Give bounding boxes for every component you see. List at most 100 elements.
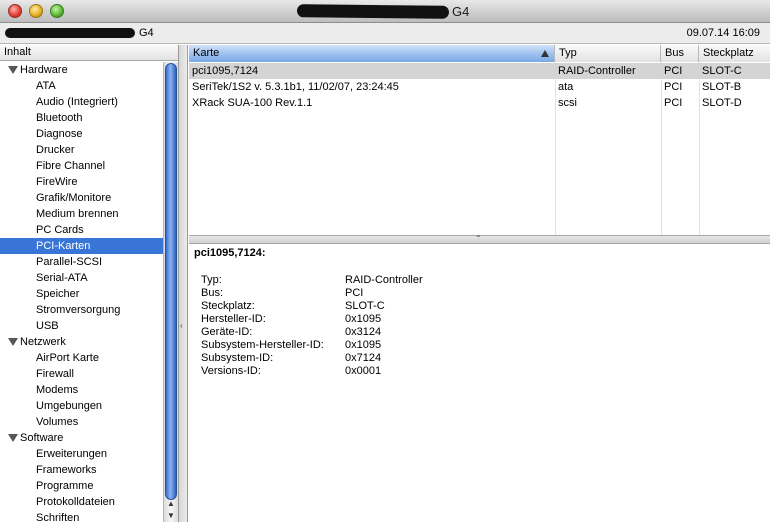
detail-value: 0x1095 [345,313,382,325]
table-header: Karte Typ Bus Steckplatz [189,45,770,62]
sidebar-item[interactable]: Erweiterungen [0,446,163,462]
table-cell-steckplatz: SLOT-B [702,81,742,93]
table-row[interactable]: pci1095,7124 RAID-Controller PCI SLOT-C [189,63,770,79]
sidebar-item[interactable]: Bluetooth [0,110,163,126]
detail-label: Typ: [201,274,222,286]
detail-value: 0x1095 [345,339,382,351]
table-cell-karte: SeriTek/1S2 v. 5.3.1b1, 11/02/07, 23:24:… [192,81,399,93]
detail-row: Steckplatz: SLOT-C [201,300,601,313]
disclosure-triangle-icon[interactable] [8,338,18,346]
sidebar-item[interactable]: Diagnose [0,126,163,142]
sidebar-tree: Hardware ATA Audio (Integriert) Bluetooth Di… [0,62,163,522]
redacted-computer-name [5,28,135,38]
sidebar-group-software[interactable]: Software [0,430,163,446]
detail-row: Subsystem-ID: 0x7124 [201,352,601,365]
sidebar-group-label: Netzwerk [20,336,66,348]
sidebar-group-hardware[interactable]: Hardware [0,62,163,78]
sidebar-group-netzwerk[interactable]: Netzwerk [0,334,163,350]
detail-value: 0x3124 [345,326,382,338]
sidebar-item[interactable]: Frameworks [0,462,163,478]
detail-label: Subsystem-Hersteller-ID: [201,339,324,351]
sidebar-item[interactable]: Fibre Channel [0,158,163,174]
sidebar-item[interactable]: USB [0,318,163,334]
sidebar-item[interactable]: Schriften [0,510,163,522]
detail-label: Bus: [201,287,224,299]
sidebar-item[interactable]: PC Cards [0,222,163,238]
column-header-label: Karte [193,47,220,59]
table-cell-typ: ata [558,81,574,93]
detail-value: RAID-Controller [345,274,423,286]
detail-row: Typ: RAID-Controller [201,274,601,287]
details-title: pci1095,7124: [194,247,266,259]
column-header-label: Steckplatz [703,47,754,59]
table-body: pci1095,7124 RAID-Controller PCI SLOT-C Seri… [189,63,770,111]
detail-label: Geräte-ID: [201,326,253,338]
sidebar-item[interactable]: Modems [0,382,163,398]
sidebar-item[interactable]: ATA [0,78,163,94]
scroll-down-arrow-icon[interactable]: ▼ [164,510,178,521]
computer-model: G4 [139,27,154,39]
detail-value: 0x7124 [345,352,382,364]
sidebar-item[interactable]: Umgebungen [0,398,163,414]
sidebar-item[interactable]: Audio (Integriert) [0,94,163,110]
table-cell-bus: PCI [664,81,683,93]
detail-row: Versions-ID: 0x0001 [201,365,601,378]
sort-ascending-icon [541,50,549,57]
detail-label: Subsystem-ID: [201,352,274,364]
column-header-bus[interactable]: Bus [661,45,699,62]
redacted-title-text [296,4,450,19]
sidebar-item[interactable]: Serial-ATA [0,270,163,286]
sidebar-scrollbar[interactable]: ▲ ▼ [163,62,178,522]
sidebar-item[interactable]: PCI-Karten [0,238,163,254]
table-cell-karte: XRack SUA-100 Rev.1.1 [192,97,313,109]
sidebar-group-label: Software [20,432,64,444]
report-datetime: 09.07.14 16:09 [686,27,760,39]
sidebar-item[interactable]: Stromversorgung [0,302,163,318]
sidebar-item[interactable]: Volumes [0,414,163,430]
sidebar-item[interactable]: Drucker [0,142,163,158]
sidebar-item[interactable]: Medium brennen [0,206,163,222]
sidebar-header[interactable]: Inhalt [0,45,178,61]
column-header-typ[interactable]: Typ [555,45,661,62]
close-window-button[interactable] [8,4,22,18]
horizontal-splitter[interactable]: ⌃ [189,234,770,244]
disclosure-triangle-icon[interactable] [8,434,18,442]
column-header-steckplatz[interactable]: Steckplatz [699,45,770,62]
sidebar-item[interactable]: Speicher [0,286,163,302]
cards-table: Karte Typ Bus Steckplatz pci1095,7124 RAI… [189,45,770,235]
minimize-window-button[interactable] [29,4,43,18]
splitter-grip-icon: ‹ [180,321,183,330]
table-cell-typ: RAID-Controller [558,65,636,77]
detail-row: Hersteller-ID: 0x1095 [201,313,601,326]
column-header-karte[interactable]: Karte [189,45,555,62]
detail-value: PCI [345,287,364,299]
sidebar-item[interactable]: Firewall [0,366,163,382]
detail-label: Versions-ID: [201,365,261,377]
contents-sidebar: Inhalt Hardware ATA Audio (Integriert) Blue… [0,45,179,522]
detail-label: Steckplatz: [201,300,255,312]
table-cell-typ: scsi [558,97,577,109]
sidebar-scroll-thumb[interactable] [165,63,177,500]
sidebar-item[interactable]: Grafik/Monitore [0,190,163,206]
splitter-grip-icon: ⌃ [475,234,482,243]
scroll-up-arrow-icon[interactable]: ▲ [164,498,178,509]
sidebar-item[interactable]: Protokolldateien [0,494,163,510]
disclosure-triangle-icon[interactable] [8,66,18,74]
table-row[interactable]: XRack SUA-100 Rev.1.1 scsi PCI SLOT-D [189,95,770,111]
table-cell-karte: pci1095,7124 [192,65,259,77]
sidebar-item[interactable]: Parallel-SCSI [0,254,163,270]
detail-value: SLOT-C [345,300,385,312]
sidebar-item[interactable]: FireWire [0,174,163,190]
sidebar-item[interactable]: AirPort Karte [0,350,163,366]
table-cell-bus: PCI [664,97,683,109]
zoom-window-button[interactable] [50,4,64,18]
detail-label: Hersteller-ID: [201,313,266,325]
table-cell-steckplatz: SLOT-D [702,97,742,109]
vertical-splitter[interactable]: ‹ [179,45,188,522]
sidebar-item[interactable]: Programme [0,478,163,494]
column-header-label: Typ [559,47,577,59]
detail-value: 0x0001 [345,365,382,377]
details-pane: pci1095,7124: Typ: RAID-Controller Bus: PCI… [189,245,770,522]
table-row[interactable]: SeriTek/1S2 v. 5.3.1b1, 11/02/07, 23:24:… [189,79,770,95]
computer-info-bar: G4 09.07.14 16:09 [0,23,770,44]
